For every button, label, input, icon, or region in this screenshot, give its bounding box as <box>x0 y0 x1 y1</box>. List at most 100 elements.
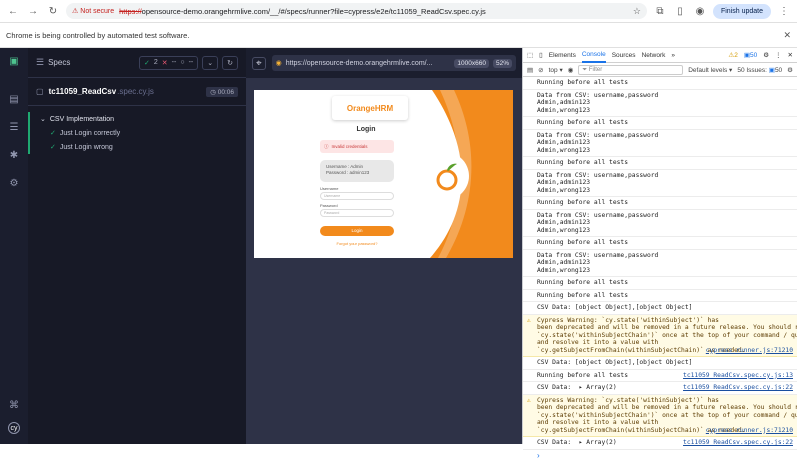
console-filter-input[interactable]: ⏷ Filter <box>578 65 683 75</box>
pending-icon: ○ <box>180 59 184 66</box>
suite-title: CSV Implementation <box>50 116 114 123</box>
console-text: Data from CSV: username,password Admin,a… <box>537 212 658 234</box>
back-icon[interactable]: ← <box>6 4 20 18</box>
finish-update-button[interactable]: Finish update <box>713 4 771 19</box>
reporter-header: ☰ Specs ✓2 ✕-- ○-- ⌄ ↻ <box>28 48 246 78</box>
aut-toolbar: ⌖ ◉ https://opensource-demo.orangehrmliv… <box>246 48 522 78</box>
url-text[interactable]: https://opensource-demo.orangehrmlive.co… <box>119 7 486 16</box>
address-bar[interactable]: ⚠Not secure https://opensource-demo.oran… <box>66 3 647 19</box>
viewport-badge[interactable]: 1000x660 <box>454 59 489 68</box>
console-message: CSV Data: [object Object],[object Object… <box>523 357 797 370</box>
clear-console-icon[interactable]: ⊘ <box>538 66 543 74</box>
error-alert: ⓘInvalid credentials <box>320 140 394 153</box>
menu-icon[interactable]: ⋮ <box>777 4 791 18</box>
auto-scroll-toggle[interactable]: ⌄ <box>202 56 218 70</box>
hint-password: Password : admin123 <box>326 170 388 176</box>
brand-logo-card: OrangeHRM <box>332 96 408 120</box>
issues-button[interactable]: 50 Issues: ▣50 <box>737 66 782 74</box>
selector-playground-icon[interactable]: ⌖ <box>252 57 266 70</box>
eye-icon[interactable]: ◉ <box>568 66 574 74</box>
console-message: Running before all tests <box>523 290 797 303</box>
cypress-logo-icon[interactable]: cy <box>8 422 20 434</box>
tab-console[interactable]: Console <box>582 48 606 63</box>
warning-count[interactable]: ⚠2 <box>728 51 737 59</box>
test-row[interactable]: ✓Just Login correctly <box>28 126 246 140</box>
console-message: Running before all tests <box>523 197 797 210</box>
specs-label[interactable]: Specs <box>48 58 70 67</box>
close-icon[interactable]: ✕ <box>783 30 791 41</box>
console-message: Data from CSV: username,password Admin,a… <box>523 170 797 198</box>
source-link[interactable]: cypress_runner.js:71210 <box>706 347 793 355</box>
test-row[interactable]: ✓Just Login wrong <box>28 140 246 154</box>
chrome-icon: ◉ <box>276 59 282 67</box>
aut-url-bar[interactable]: ◉ https://opensource-demo.orangehrmlive.… <box>272 55 516 71</box>
close-icon[interactable]: ✕ <box>788 51 793 59</box>
debug-nav-icon[interactable]: ✱ <box>8 150 20 162</box>
source-link[interactable]: tc11059_ReadCsv.spec.cy.js:22 <box>683 439 793 447</box>
source-link[interactable]: cypress_runner.js:71210 <box>706 427 793 435</box>
settings-gear-icon[interactable]: ⚙ <box>763 51 769 59</box>
issue-count[interactable]: ▣50 <box>744 51 757 59</box>
console-text: CSV Data: [object Object],[object Object… <box>537 304 692 311</box>
forgot-password-link[interactable]: Forgot your password? <box>320 241 394 246</box>
context-select[interactable]: top ▾ <box>549 66 563 74</box>
console-settings-icon[interactable]: ⚙ <box>787 66 793 74</box>
password-input[interactable]: Password <box>320 209 394 217</box>
test-title: Just Login wrong <box>60 144 113 151</box>
levels-select[interactable]: Default levels ▾ <box>688 66 732 74</box>
devtools-panel: ⬚ ▯ Elements Console Sources Network » ⚠… <box>522 48 797 444</box>
infobar-message: Chrome is being controlled by automated … <box>6 31 189 40</box>
settings-gear-icon[interactable]: ⚙ <box>8 178 20 190</box>
sidepanel-icon[interactable]: ▯ <box>673 4 687 18</box>
forward-icon[interactable]: → <box>26 4 40 18</box>
extensions-icon[interactable]: ⧉ <box>653 4 667 18</box>
password-label: Password <box>320 203 338 208</box>
specs-nav-icon[interactable]: ▤ <box>8 94 20 106</box>
console-message: CSV Data: ▸ Array(2)tc11059_ReadCsv.spec… <box>523 437 797 450</box>
console-message: Data from CSV: username,password Admin,a… <box>523 130 797 158</box>
tab-network[interactable]: Network <box>642 52 666 59</box>
keyboard-shortcuts-icon[interactable]: ⌘ <box>8 400 20 412</box>
kebab-menu-icon[interactable]: ⋮ <box>775 51 782 59</box>
runs-nav-icon[interactable]: ☰ <box>8 122 20 134</box>
rerun-icon: ↻ <box>227 59 233 67</box>
console-text: Running before all tests <box>537 292 628 299</box>
command-log: ☰ Specs ✓2 ✕-- ○-- ⌄ ↻ ▢ tc11059_ReadCsv… <box>28 48 246 444</box>
tab-elements[interactable]: Elements <box>549 52 576 59</box>
context-value: top <box>549 67 558 74</box>
username-input[interactable]: Username <box>320 192 394 200</box>
sidebar-toggle-icon[interactable]: ▤ <box>527 66 533 74</box>
console-message: Running before all tests <box>523 157 797 170</box>
not-secure-badge[interactable]: ⚠Not secure <box>72 7 114 15</box>
inspect-icon[interactable]: ⬚ <box>527 51 533 59</box>
pending-count: -- <box>189 59 194 66</box>
aut-iframe: OrangeHRM Login ⓘInvalid credentials Use… <box>254 90 513 258</box>
source-link[interactable]: tc11059_ReadCsv.spec.cy.js:13 <box>683 372 793 380</box>
source-link[interactable]: tc11059_ReadCsv.spec.cy.js:22 <box>683 384 793 392</box>
tab-sources[interactable]: Sources <box>612 52 636 59</box>
spec-name[interactable]: tc11059_ReadCsv <box>49 87 117 96</box>
pass-check-icon: ✓ <box>50 129 56 137</box>
specs-toggle-icon[interactable]: ☰ <box>36 57 44 68</box>
app-logo-icon[interactable]: ▣ <box>8 56 20 68</box>
rerun-button[interactable]: ↻ <box>222 56 238 70</box>
aut-url: https://opensource-demo.orangehrmlive.co… <box>286 60 433 67</box>
console-message: Data from CSV: username,password Admin,a… <box>523 90 797 118</box>
suite-row[interactable]: ⌄CSV Implementation <box>28 112 246 126</box>
issues-count: 50 <box>775 67 782 74</box>
reload-icon[interactable]: ↻ <box>46 4 60 18</box>
console-text: Running before all tests <box>537 199 628 206</box>
not-secure-label: Not secure <box>80 8 114 15</box>
login-button[interactable]: Login <box>320 226 394 236</box>
console-output: Running before all testsData from CSV: u… <box>523 77 797 450</box>
profile-icon[interactable]: ◉ <box>693 4 707 18</box>
console-prompt[interactable]: › <box>523 450 797 461</box>
spec-duration: ◷ 00:06 <box>206 87 238 97</box>
issue-count-value: 50 <box>750 52 757 59</box>
more-tabs-icon[interactable]: » <box>671 52 675 59</box>
duration-value: 00:06 <box>218 89 234 96</box>
console-toolbar: ▤ ⊘ top ▾ ◉ ⏷ Filter Default levels ▾ 50… <box>523 63 797 77</box>
error-message: Invalid credentials <box>332 144 368 149</box>
bookmark-star-icon[interactable]: ☆ <box>633 6 641 17</box>
device-toolbar-icon[interactable]: ▯ <box>539 51 543 59</box>
